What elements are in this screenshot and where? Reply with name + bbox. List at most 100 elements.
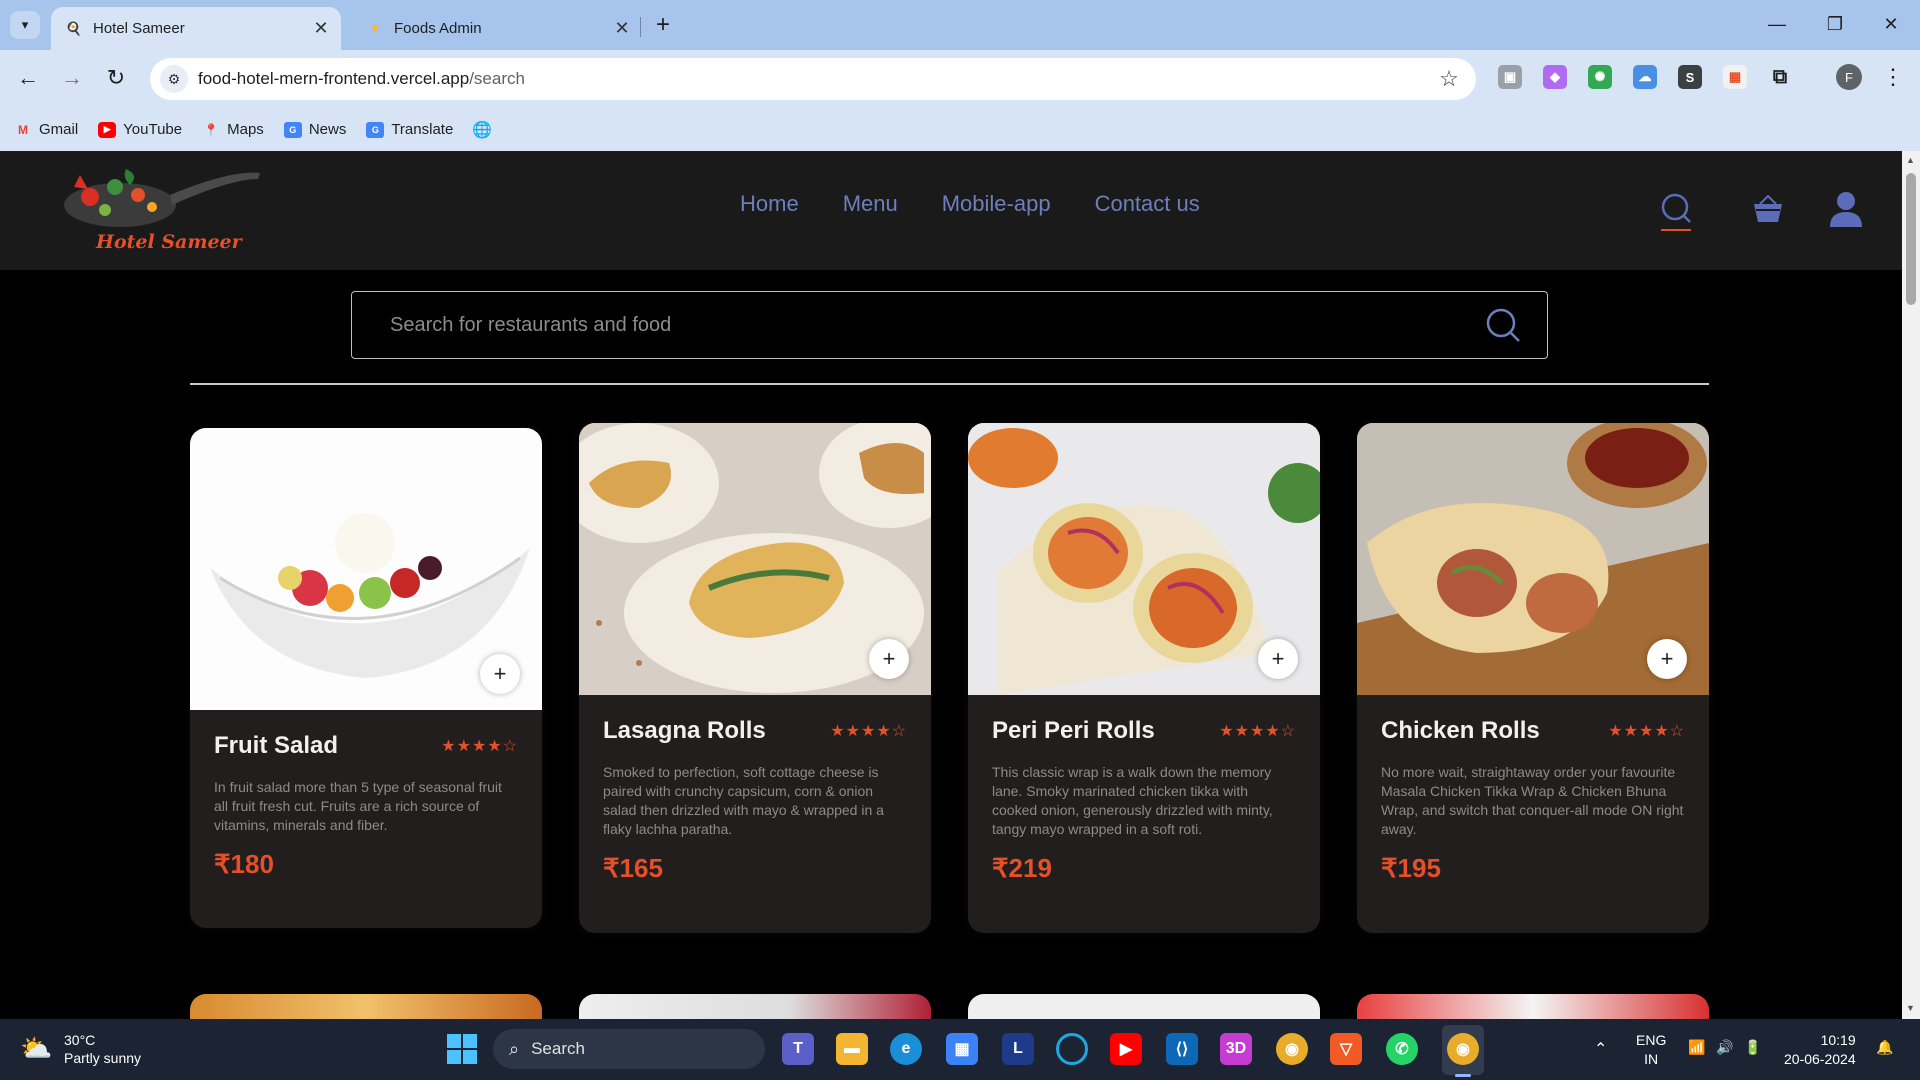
- extension-s-icon[interactable]: S: [1678, 65, 1702, 89]
- language-indicator[interactable]: ENG IN: [1636, 1031, 1666, 1069]
- forward-button[interactable]: →: [56, 62, 88, 94]
- new-tab-button[interactable]: +: [650, 10, 676, 40]
- extension-1-icon[interactable]: ▣: [1498, 65, 1522, 89]
- teams-icon[interactable]: T: [782, 1033, 814, 1065]
- rating-stars-icon: ★★★★☆: [1608, 723, 1685, 740]
- bookmark-gmail[interactable]: M Gmail: [14, 121, 78, 138]
- close-tab-icon[interactable]: ✕: [610, 18, 634, 39]
- url-host: food-hotel-mern-frontend.vercel.app: [198, 69, 470, 88]
- reload-button[interactable]: ↻: [100, 62, 132, 94]
- food-card[interactable]: + Fruit Salad ★★★★☆ In fruit salad more …: [190, 428, 542, 928]
- food-card[interactable]: + Peri Peri Rolls ★★★★☆ This classic wra…: [968, 423, 1320, 933]
- food-price: ₹195: [1381, 853, 1441, 883]
- youtube-app-icon[interactable]: ▶: [1110, 1033, 1142, 1065]
- food-card[interactable]: + Lasagna Rolls ★★★★☆ Smoked to perfecti…: [579, 423, 931, 933]
- bookmark-translate[interactable]: G Translate: [366, 121, 453, 138]
- search-input[interactable]: [352, 292, 1483, 358]
- whatsapp-icon[interactable]: ✆: [1386, 1033, 1418, 1065]
- add-to-cart-button[interactable]: +: [1258, 639, 1298, 679]
- taskbar-search[interactable]: ⌕ Search: [493, 1029, 765, 1069]
- close-tab-icon[interactable]: ✕: [309, 18, 333, 39]
- browser-menu-icon[interactable]: ⋮: [1882, 64, 1904, 90]
- menu-contact-us[interactable]: Contact us: [1095, 191, 1200, 217]
- weather-widget[interactable]: ⛅ 30°C Partly sunny: [20, 1031, 141, 1067]
- profile-avatar[interactable]: F: [1836, 64, 1862, 90]
- tab-foods-admin[interactable]: ▼ Foods Admin ✕: [352, 7, 642, 50]
- tray-chevron-up-icon[interactable]: ⌃: [1594, 1039, 1607, 1059]
- page-scrollbar[interactable]: ▲ ▼: [1902, 151, 1920, 1019]
- bookmark-label: Maps: [227, 121, 264, 138]
- search-icon: ⌕: [509, 1038, 520, 1059]
- scrollbar-thumb[interactable]: [1906, 173, 1916, 305]
- battery-icon[interactable]: 🔋: [1744, 1039, 1761, 1056]
- menu-home[interactable]: Home: [740, 191, 799, 217]
- bookmark-star-icon[interactable]: ☆: [1434, 66, 1464, 92]
- extension-2-icon[interactable]: ◆: [1543, 65, 1567, 89]
- bookmark-label: Translate: [391, 121, 454, 138]
- address-bar[interactable]: ⚙ food-hotel-mern-frontend.vercel.app/se…: [150, 58, 1476, 100]
- taskbar-clock[interactable]: 10:19 20-06-2024: [1784, 1031, 1856, 1069]
- extension-colorpicker-icon[interactable]: ✺: [1588, 65, 1612, 89]
- food-price: ₹219: [992, 853, 1052, 883]
- edge-icon[interactable]: e: [890, 1033, 922, 1065]
- food-card-partial[interactable]: [968, 994, 1320, 1019]
- bookmark-news[interactable]: G News: [283, 121, 347, 138]
- extensions-puzzle-icon[interactable]: ⧉: [1768, 65, 1792, 89]
- microsoft-store-icon[interactable]: ▦: [946, 1033, 978, 1065]
- brave-icon[interactable]: ▽: [1330, 1033, 1362, 1065]
- close-window-button[interactable]: ✕: [1862, 0, 1920, 48]
- basket-icon[interactable]: [1748, 187, 1788, 231]
- nav-search-icon[interactable]: [1656, 187, 1696, 231]
- cortana-icon[interactable]: [1056, 1033, 1088, 1065]
- l-app-icon[interactable]: L: [1002, 1033, 1034, 1065]
- add-to-cart-button[interactable]: +: [869, 639, 909, 679]
- windows-start-icon[interactable]: [446, 1033, 478, 1065]
- 3d-viewer-icon[interactable]: 3D: [1220, 1033, 1252, 1065]
- file-explorer-icon[interactable]: ▬: [836, 1033, 868, 1065]
- chrome-profile-icon[interactable]: ◉: [1447, 1033, 1479, 1065]
- add-to-cart-button[interactable]: +: [480, 654, 520, 694]
- tab-search-button[interactable]: ▾: [10, 11, 40, 39]
- main-menu: Home Menu Mobile-app Contact us: [740, 191, 1244, 217]
- youtube-icon: ▶: [98, 121, 117, 138]
- site-logo[interactable]: Hotel Sameer: [60, 165, 270, 260]
- tab-hotel-sameer[interactable]: 🍳 Hotel Sameer ✕: [51, 7, 341, 50]
- tab-title: Foods Admin: [394, 20, 482, 37]
- browser-tab-strip: ▾ 🍳 Hotel Sameer ✕ ▼ Foods Admin ✕ + — ❐…: [0, 0, 1920, 50]
- url-text[interactable]: food-hotel-mern-frontend.vercel.app/sear…: [198, 69, 1434, 89]
- volume-icon[interactable]: 🔊: [1716, 1039, 1733, 1056]
- bookmark-label: News: [308, 121, 347, 138]
- food-card-partial[interactable]: [190, 994, 542, 1019]
- notification-bell-icon[interactable]: 🔔: [1876, 1039, 1893, 1056]
- bookmark-youtube[interactable]: ▶ YouTube: [98, 121, 182, 138]
- food-card-partial[interactable]: [579, 994, 931, 1019]
- food-description: This classic wrap is a walk down the mem…: [992, 764, 1273, 837]
- bookmark-maps[interactable]: 📍 Maps: [202, 121, 264, 138]
- profile-icon[interactable]: [1826, 187, 1866, 231]
- search-icon[interactable]: [1483, 305, 1523, 345]
- back-button[interactable]: ←: [12, 62, 44, 94]
- minimize-button[interactable]: —: [1748, 0, 1806, 48]
- menu-mobile-app[interactable]: Mobile-app: [942, 191, 1051, 217]
- site-info-icon[interactable]: ⚙: [160, 65, 188, 93]
- site-favicon-icon: 🍳: [65, 20, 83, 36]
- chrome-icon[interactable]: ◉: [1276, 1033, 1308, 1065]
- clock-date: 20-06-2024: [1784, 1051, 1856, 1067]
- extension-calendar-icon[interactable]: ▦: [1723, 65, 1747, 89]
- add-to-cart-button[interactable]: +: [1647, 639, 1687, 679]
- scroll-up-icon[interactable]: ▲: [1906, 155, 1915, 165]
- menu-menu[interactable]: Menu: [843, 191, 898, 217]
- restore-button[interactable]: ❐: [1806, 0, 1864, 48]
- chevron-down-icon: ▾: [21, 17, 29, 32]
- food-card-partial[interactable]: [1357, 994, 1709, 1019]
- scroll-down-icon[interactable]: ▼: [1906, 1003, 1915, 1013]
- bookmark-globe[interactable]: 🌐: [472, 121, 498, 139]
- extension-cloud-icon[interactable]: ☁: [1633, 65, 1657, 89]
- wifi-icon[interactable]: 📶: [1688, 1039, 1705, 1056]
- globe-icon: 🌐: [472, 121, 493, 139]
- active-search-underline: [1661, 229, 1691, 231]
- weather-temp: 30°C: [64, 1032, 96, 1048]
- vscode-icon[interactable]: ⟨⟩: [1166, 1033, 1198, 1065]
- weather-desc: Partly sunny: [64, 1050, 142, 1066]
- food-card[interactable]: + Chicken Rolls ★★★★☆ No more wait, stra…: [1357, 423, 1709, 933]
